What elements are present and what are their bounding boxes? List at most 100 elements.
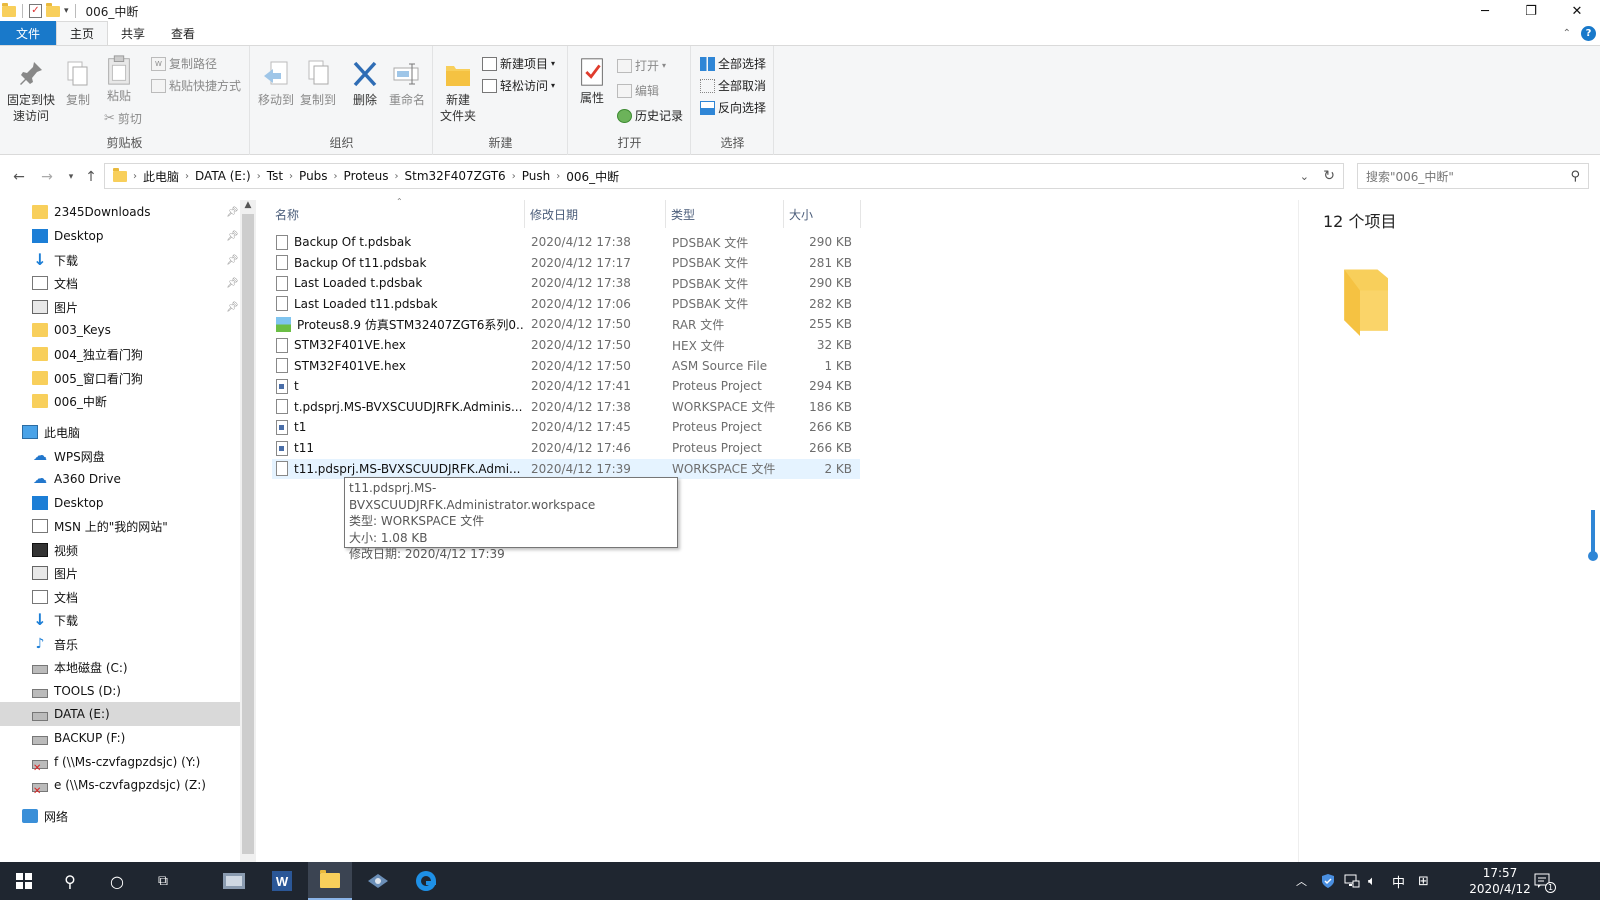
tab-view[interactable]: 查看 [158, 21, 208, 45]
nav-item[interactable]: ♪ 音乐 [0, 632, 240, 656]
file-row[interactable]: STM32F401VE.hex 2020/4/12 17:50 HEX 文件 32 K… [272, 335, 860, 355]
nav-item[interactable]: 文档 📌︎ [0, 271, 240, 295]
word-icon[interactable]: W [260, 862, 304, 900]
nav-item[interactable]: 图片 [0, 561, 240, 585]
file-row[interactable]: Backup Of t.pdsbak 2020/4/12 17:38 PDSBAK … [272, 232, 860, 252]
forward-icon[interactable]: → [36, 169, 58, 185]
customize-dropdown-icon[interactable]: ▾ [64, 6, 69, 16]
tab-file[interactable]: 文件 [0, 21, 56, 45]
breadcrumb-item[interactable]: Stm32F407ZGT6 [405, 169, 506, 183]
nav-item[interactable]: BACKUP (F:) [0, 726, 240, 750]
breadcrumb-item[interactable]: 此电脑 [143, 168, 179, 185]
copy-path-button[interactable]: W 复制路径 [151, 55, 217, 72]
move-to-button[interactable]: 移动到 [255, 58, 297, 108]
file-row[interactable]: STM32F401VE.hex 2020/4/12 17:50 ASM Source… [272, 356, 860, 376]
file-row[interactable]: t1 2020/4/12 17:45 Proteus Project 266 KB [272, 417, 860, 437]
refresh-icon[interactable]: ↻ [1323, 168, 1335, 184]
properties-button[interactable]: 属性 [575, 56, 609, 106]
chevron-right-icon[interactable]: › [289, 171, 293, 182]
ime-mode-icon[interactable]: ⊞ [1418, 862, 1429, 900]
nav-item[interactable]: 2345Downloads 📌︎ [0, 200, 240, 224]
ime-indicator[interactable]: 中 [1392, 862, 1405, 900]
pin-icon[interactable]: 📌︎ [226, 231, 239, 242]
nav-item[interactable]: e (\\Ms-czvfagpzdsjc) (Z:) [0, 773, 240, 797]
chevron-right-icon[interactable]: › [185, 171, 189, 182]
proteus-icon[interactable] [356, 862, 400, 900]
open-button[interactable]: 打开 ▾ [617, 57, 666, 74]
nav-item[interactable]: 004_独立看门狗 [0, 342, 240, 366]
pin-icon[interactable]: 📌︎ [226, 255, 239, 266]
nav-item[interactable]: 005_窗口看门狗 [0, 366, 240, 390]
breadcrumb-item[interactable]: 006_中断 [566, 168, 619, 185]
tab-share[interactable]: 共享 [108, 21, 158, 45]
nav-item[interactable]: ☁ WPS网盘 [0, 444, 240, 468]
nav-item[interactable]: ↓ 下载 📌︎ [0, 248, 240, 272]
pin-icon[interactable]: 📌︎ [226, 207, 239, 218]
file-row[interactable]: Last Loaded t11.pdsbak 2020/4/12 17:06 PDS… [272, 294, 860, 314]
pin-quick-access-button[interactable]: 固定到快 速访问 [6, 58, 56, 124]
nav-item[interactable]: f (\\Ms-czvfagpzdsjc) (Y:) [0, 750, 240, 774]
nav-item[interactable]: Desktop [0, 491, 240, 515]
chevron-right-icon[interactable]: › [512, 171, 516, 182]
minimize-icon[interactable]: ─ [1462, 0, 1508, 22]
close-icon[interactable]: ✕ [1554, 0, 1600, 22]
column-date[interactable]: 修改日期 [525, 200, 666, 228]
address-bar[interactable]: › 此电脑 › DATA (E:) › Tst › Pubs › Proteus… [104, 163, 1344, 189]
search-input[interactable]: 搜索"006_中断" ⚲ [1357, 163, 1589, 189]
zoom-slider[interactable] [1588, 200, 1600, 862]
volume-icon[interactable]: 🔈︎ [1368, 862, 1376, 900]
file-row[interactable]: t11 2020/4/12 17:46 Proteus Project 266 KB [272, 438, 860, 458]
collapse-ribbon-icon[interactable]: ⌃ [1563, 28, 1571, 39]
restore-icon[interactable]: ❐ [1508, 0, 1554, 22]
breadcrumb-item[interactable]: Pubs [299, 169, 328, 183]
nav-item[interactable]: DATA (E:) [0, 702, 240, 726]
file-row[interactable]: Backup Of t11.pdsbak 2020/4/12 17:17 PDSBA… [272, 253, 860, 273]
pin-icon[interactable]: 📌︎ [226, 302, 239, 313]
history-button[interactable]: 历史记录 [617, 107, 683, 124]
paste-shortcut-button[interactable]: 粘贴快捷方式 [151, 77, 241, 94]
column-type[interactable]: 类型 [666, 200, 784, 228]
chevron-right-icon[interactable]: › [556, 171, 560, 182]
new-item-button[interactable]: 新建项目 ▾ [482, 55, 555, 72]
paste-button[interactable]: 粘贴 [101, 54, 137, 104]
start-icon[interactable] [4, 862, 44, 900]
browser-icon[interactable] [404, 862, 448, 900]
breadcrumb-item[interactable]: DATA (E:) [195, 169, 251, 183]
file-row[interactable]: t11.pdsprj.MS-BVXSCUUDJRFK.Admi... 2020/4… [272, 458, 860, 479]
tab-home[interactable]: 主页 [56, 21, 109, 45]
nav-item[interactable]: TOOLS (D:) [0, 679, 240, 703]
task-view-icon[interactable]: ⧉ [142, 862, 184, 900]
security-icon[interactable] [1320, 862, 1336, 900]
nav-item[interactable]: 本地磁盘 (C:) [0, 655, 240, 679]
select-all-button[interactable]: 全部选择 [700, 55, 766, 72]
copy-to-button[interactable]: 复制到 [297, 58, 339, 108]
show-hidden-icons-icon[interactable]: ︿ [1296, 862, 1307, 900]
breadcrumb-item[interactable]: Proteus [344, 169, 389, 183]
column-size[interactable]: 大小 [784, 200, 861, 228]
cut-button[interactable]: ✂ 剪切 [104, 110, 142, 127]
file-row[interactable]: t.pdsprj.MS-BVXSCUUDJRFK.Adminis... 2020/… [272, 397, 860, 417]
nav-scrollbar-thumb[interactable] [242, 214, 254, 854]
easy-access-button[interactable]: 轻松访问 ▾ [482, 77, 555, 94]
address-dropdown-icon[interactable]: ⌄ [1300, 170, 1309, 183]
back-icon[interactable]: ← [8, 169, 30, 185]
new-folder-button[interactable]: 新建 文件夹 [438, 58, 478, 124]
nav-item[interactable]: 视频 [0, 538, 240, 562]
rename-button[interactable]: 重命名 [385, 58, 429, 108]
nav-item[interactable]: 网络 [0, 804, 240, 828]
chevron-right-icon[interactable]: › [133, 171, 137, 182]
nav-item[interactable]: 此电脑 [0, 420, 240, 444]
file-row[interactable]: Last Loaded t.pdsbak 2020/4/12 17:38 PDSBA… [272, 273, 860, 293]
scroll-up-icon[interactable]: ▲ [240, 200, 256, 210]
properties-quick-icon[interactable]: ✓ [29, 4, 42, 18]
help-icon[interactable]: ? [1581, 26, 1596, 41]
column-name[interactable]: 名称 [270, 200, 525, 228]
cortana-icon[interactable]: ○ [96, 862, 138, 900]
breadcrumb-item[interactable]: Push [522, 169, 551, 183]
new-folder-quick-icon[interactable] [46, 2, 60, 17]
chevron-right-icon[interactable]: › [257, 171, 261, 182]
file-row[interactable]: t 2020/4/12 17:41 Proteus Project 294 KB [272, 376, 860, 396]
chevron-right-icon[interactable]: › [395, 171, 399, 182]
nav-item[interactable]: ☁ A360 Drive [0, 467, 240, 491]
nav-item[interactable]: ↓ 下载 [0, 608, 240, 632]
